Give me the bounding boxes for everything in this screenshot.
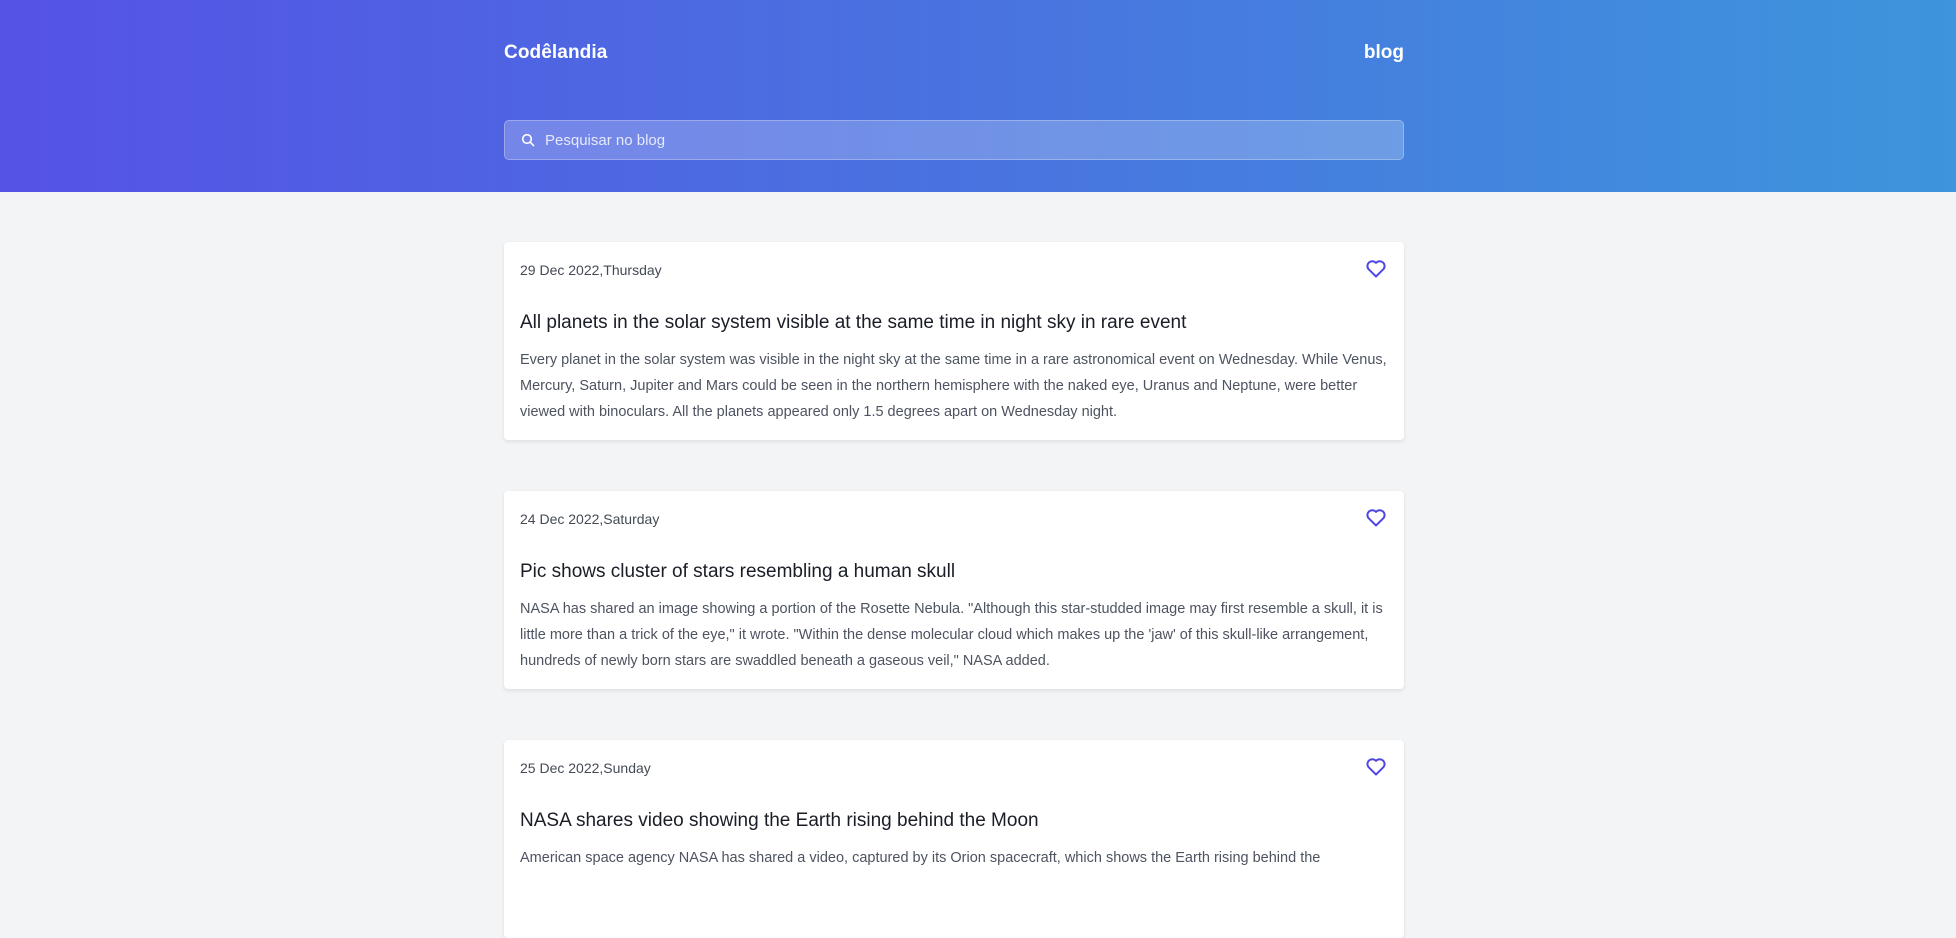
heart-icon[interactable]: [1364, 754, 1388, 778]
post-title[interactable]: All planets in the solar system visible …: [520, 312, 1186, 334]
post-date: 24 Dec 2022,Saturday: [520, 511, 660, 527]
site-header: Codêlandia blog: [0, 0, 1956, 192]
search-icon: [521, 133, 535, 147]
post-excerpt: NASA has shared an image showing a porti…: [520, 601, 1383, 669]
post-excerpt: American space agency NASA has shared a …: [520, 850, 1321, 866]
post-date: 29 Dec 2022,Thursday: [520, 262, 662, 278]
brand-logo[interactable]: Codêlandia: [504, 42, 607, 64]
nav-link-blog[interactable]: blog: [1364, 42, 1404, 64]
post-card[interactable]: 24 Dec 2022,Saturday Pic shows cluster o…: [504, 491, 1404, 689]
post-title[interactable]: NASA shares video showing the Earth risi…: [520, 810, 1039, 832]
search-bar[interactable]: [504, 120, 1404, 160]
heart-icon[interactable]: [1364, 256, 1388, 280]
heart-icon[interactable]: [1364, 505, 1388, 529]
post-date: 25 Dec 2022,Sunday: [520, 760, 651, 776]
post-title[interactable]: Pic shows cluster of stars resembling a …: [520, 561, 955, 583]
post-card[interactable]: 29 Dec 2022,Thursday All planets in the …: [504, 242, 1404, 440]
post-card[interactable]: 25 Dec 2022,Sunday NASA shares video sho…: [504, 740, 1404, 938]
post-excerpt: Every planet in the solar system was vis…: [520, 352, 1387, 420]
search-input[interactable]: [535, 121, 1403, 159]
header-container: Codêlandia blog: [504, 0, 1404, 192]
